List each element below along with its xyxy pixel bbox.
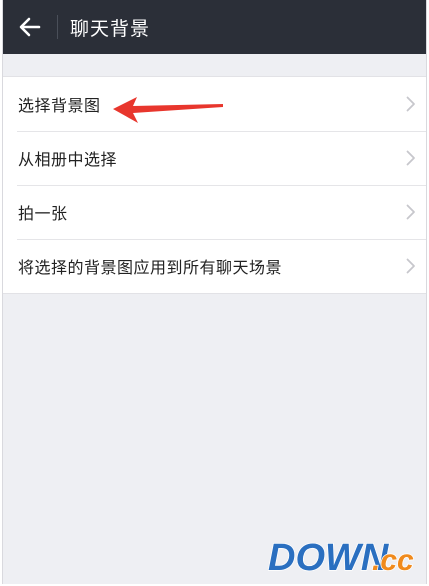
watermark-text-suffix: .cc <box>372 544 414 577</box>
page-title: 聊天背景 <box>70 17 151 40</box>
menu-item-label: 从相册中选择 <box>18 150 118 169</box>
menu-item-take-photo[interactable]: 拍一张 <box>3 185 426 239</box>
chevron-right-icon <box>406 150 415 166</box>
menu-item-apply-to-all-chats[interactable]: 将选择的背景图应用到所有聊天场景 <box>3 239 426 293</box>
chat-background-screen: 聊天背景 选择背景图 从相册中选择 拍一张 将选择的背景图应用到所有聊天场景 D… <box>2 0 427 584</box>
chevron-right-icon <box>406 204 415 220</box>
menu-item-label: 将选择的背景图应用到所有聊天场景 <box>18 258 283 277</box>
chevron-right-icon <box>406 258 415 274</box>
menu-item-label: 选择背景图 <box>18 96 101 115</box>
background-options-list: 选择背景图 从相册中选择 拍一张 将选择的背景图应用到所有聊天场景 <box>3 76 426 294</box>
watermark-logo: DOWN .cc <box>268 536 415 580</box>
top-nav-bar: 聊天背景 <box>3 0 426 54</box>
menu-item-label: 拍一张 <box>18 204 68 223</box>
back-button[interactable] <box>3 0 57 54</box>
arrow-left-icon <box>19 17 41 37</box>
header-divider <box>57 15 58 39</box>
menu-item-choose-from-album[interactable]: 从相册中选择 <box>3 131 426 185</box>
menu-item-choose-background[interactable]: 选择背景图 <box>3 77 426 131</box>
chevron-right-icon <box>406 96 415 112</box>
